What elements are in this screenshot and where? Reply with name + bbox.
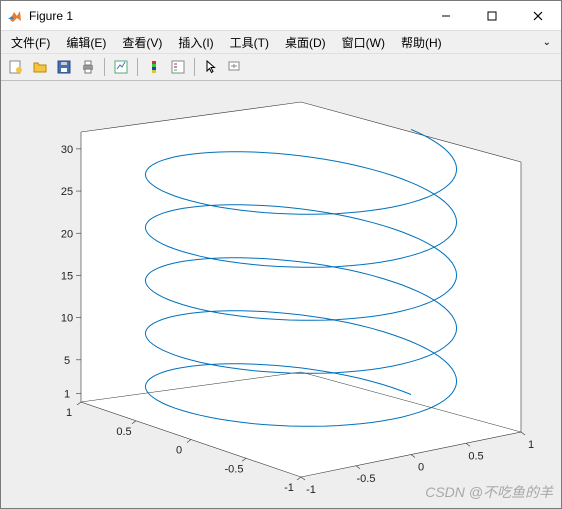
data-cursor-button[interactable] <box>224 56 246 78</box>
legend-button[interactable] <box>167 56 189 78</box>
axes-box <box>81 102 521 477</box>
pointer-button[interactable] <box>200 56 222 78</box>
svg-text:0.5: 0.5 <box>116 426 131 438</box>
link-axes-button[interactable] <box>110 56 132 78</box>
z-ticks: 151015202530 <box>61 144 81 401</box>
title-bar[interactable]: Figure 1 <box>1 1 561 31</box>
open-file-button[interactable] <box>29 56 51 78</box>
maximize-button[interactable] <box>469 1 515 30</box>
menu-bar: 文件(F) 编辑(E) 查看(V) 插入(I) 工具(T) 桌面(D) 窗口(W… <box>1 31 561 53</box>
toolbar-separator <box>104 58 105 76</box>
dock-toggle-icon[interactable]: ⌄ <box>537 37 557 48</box>
svg-text:0.5: 0.5 <box>468 450 483 462</box>
svg-text:0: 0 <box>418 462 424 474</box>
svg-text:15: 15 <box>61 270 73 282</box>
menu-file[interactable]: 文件(F) <box>5 32 56 53</box>
plot-canvas: 151015202530 -1-0.500.51 -1-0.500.51 <box>1 81 561 508</box>
svg-text:1: 1 <box>528 439 534 451</box>
svg-text:10: 10 <box>61 313 73 325</box>
new-figure-button[interactable] <box>5 56 27 78</box>
toolbar-separator <box>194 58 195 76</box>
svg-text:20: 20 <box>61 228 73 240</box>
svg-text:5: 5 <box>64 355 70 367</box>
matlab-icon <box>7 8 23 24</box>
menu-tools[interactable]: 工具(T) <box>224 32 275 53</box>
menu-help[interactable]: 帮助(H) <box>395 32 448 53</box>
svg-text:-0.5: -0.5 <box>225 463 244 475</box>
toolbar-separator <box>137 58 138 76</box>
svg-text:30: 30 <box>61 144 73 156</box>
menu-desktop[interactable]: 桌面(D) <box>279 32 332 53</box>
minimize-button[interactable] <box>423 1 469 30</box>
svg-text:-1: -1 <box>306 484 316 496</box>
close-button[interactable] <box>515 1 561 30</box>
menu-edit[interactable]: 编辑(E) <box>60 32 112 53</box>
save-button[interactable] <box>53 56 75 78</box>
svg-text:-1: -1 <box>284 482 294 494</box>
toolbar <box>1 53 561 81</box>
svg-text:1: 1 <box>66 407 72 419</box>
menu-view[interactable]: 查看(V) <box>116 32 168 53</box>
figure-window: Figure 1 文件(F) 编辑(E) 查看(V) 插入(I) 工具(T) 桌… <box>0 0 562 509</box>
colorbar-button[interactable] <box>143 56 165 78</box>
svg-text:0: 0 <box>176 445 182 457</box>
menu-insert[interactable]: 插入(I) <box>172 32 219 53</box>
window-title: Figure 1 <box>29 9 423 23</box>
axes-3d[interactable]: 151015202530 -1-0.500.51 -1-0.500.51 CSD… <box>1 81 561 508</box>
svg-text:1: 1 <box>64 389 70 401</box>
window-controls <box>423 1 561 30</box>
menu-window[interactable]: 窗口(W) <box>336 32 391 53</box>
print-button[interactable] <box>77 56 99 78</box>
svg-text:25: 25 <box>61 186 73 198</box>
svg-text:-0.5: -0.5 <box>357 473 376 485</box>
